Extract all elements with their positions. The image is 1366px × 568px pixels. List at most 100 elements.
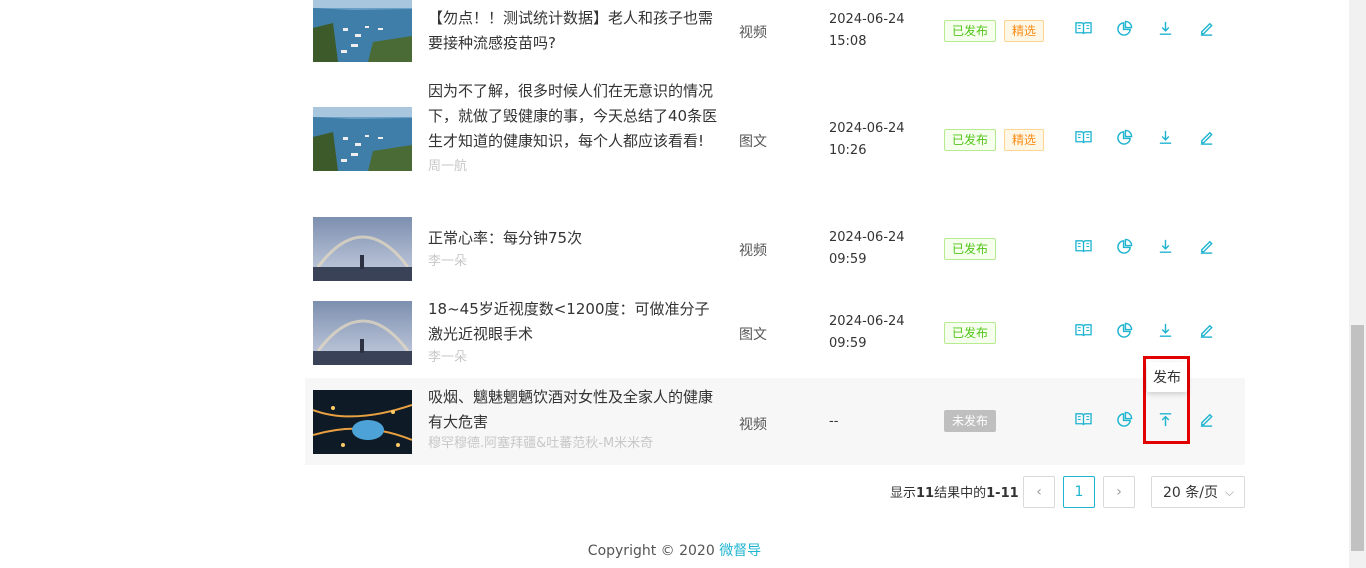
- table-row: 【勿点！！测试统计数据】老人和孩子也需要接种流感疫苗吗? 视频 2024-06-…: [305, 0, 1245, 68]
- download-icon: [1157, 238, 1174, 259]
- status-tags: 已发布: [944, 322, 997, 344]
- stats-button[interactable]: [1114, 322, 1134, 342]
- pagination-range: 1-11: [986, 486, 1019, 501]
- download-icon: [1157, 129, 1174, 150]
- publish-time: 2024-06-24 10:26: [829, 118, 905, 162]
- content-title-text[interactable]: 因为不了解，很多时候人们在无意识的情况下，就做了毁健康的事，今天总结了40条医生…: [428, 82, 717, 150]
- pagination-total: 11: [916, 486, 935, 501]
- download-button[interactable]: [1155, 20, 1175, 40]
- book-icon: [1074, 129, 1092, 150]
- content-title[interactable]: 正常心率：每分钟75次 李一朵: [428, 226, 723, 273]
- page-size-value: 20 条/页: [1163, 485, 1218, 501]
- edit-button[interactable]: [1196, 129, 1216, 149]
- pie-chart-icon: [1116, 411, 1133, 432]
- thumbnail-image[interactable]: [313, 217, 412, 281]
- content-title-text[interactable]: 正常心率：每分钟75次: [428, 229, 582, 247]
- thumbnail-image[interactable]: [313, 0, 412, 62]
- content-title[interactable]: 因为不了解，很多时候人们在无意识的情况下，就做了毁健康的事，今天总结了40条医生…: [428, 79, 723, 178]
- table-row: 18~45岁近视度数<1200度：可做准分子激光近视眼手术 李一朵 图文 202…: [305, 294, 1245, 372]
- book-icon: [1074, 20, 1092, 41]
- status-badge-featured: 精选: [1004, 20, 1045, 42]
- stats-button[interactable]: [1114, 238, 1134, 258]
- content-type: 图文: [739, 134, 767, 150]
- status-tags: 已发布 精选: [944, 20, 1045, 42]
- author-name: 李一朵: [428, 254, 468, 269]
- status-badge-published: 已发布: [944, 238, 997, 260]
- prev-page-button[interactable]: ‹: [1023, 476, 1055, 508]
- publish-date: 2024-06-24: [829, 230, 905, 245]
- scrollbar-thumb[interactable]: [1351, 325, 1364, 551]
- stats-button[interactable]: [1114, 129, 1134, 149]
- content-title[interactable]: 18~45岁近视度数<1200度：可做准分子激光近视眼手术 李一朵: [428, 297, 723, 369]
- publish-date: 2024-06-24: [829, 314, 905, 329]
- content-title-text[interactable]: 吸烟、魑魅魍魉饮酒对女性及全家人的健康有大危害: [428, 388, 713, 431]
- pie-chart-icon: [1116, 238, 1133, 259]
- download-button[interactable]: [1155, 129, 1175, 149]
- chevron-down-icon: ⌵: [1224, 485, 1234, 499]
- download-button[interactable]: [1155, 238, 1175, 258]
- pie-chart-icon: [1116, 129, 1133, 150]
- download-button[interactable]: [1155, 322, 1175, 342]
- edit-button[interactable]: [1196, 238, 1216, 258]
- author-name: 李一朵: [428, 350, 468, 365]
- author-name: 周一航: [428, 159, 468, 174]
- pagination-prefix: 显示: [890, 486, 917, 501]
- content-title[interactable]: 吸烟、魑魅魍魉饮酒对女性及全家人的健康有大危害 穆罕穆德.阿塞拜疆&吐蕃范秋-M…: [428, 385, 723, 455]
- status-badge-published: 已发布: [944, 129, 997, 151]
- stats-button[interactable]: [1114, 20, 1134, 40]
- download-icon: [1157, 322, 1174, 343]
- thumbnail-image[interactable]: [313, 301, 412, 365]
- preview-button[interactable]: [1073, 129, 1093, 149]
- edit-button[interactable]: [1196, 411, 1216, 431]
- status-badge-featured: 精选: [1004, 129, 1045, 151]
- stats-button[interactable]: [1114, 411, 1134, 431]
- pie-chart-icon: [1116, 322, 1133, 343]
- book-icon: [1074, 411, 1092, 432]
- status-tags: 未发布: [944, 410, 997, 432]
- publish-time: 2024-06-24 09:59: [829, 311, 905, 355]
- publish-time: 2024-06-24 09:59: [829, 227, 905, 271]
- author-name: 穆罕穆德.阿塞拜疆&吐蕃范秋-M米米奇: [428, 436, 654, 451]
- book-icon: [1074, 322, 1092, 343]
- edit-button[interactable]: [1196, 20, 1216, 40]
- table-row: 正常心率：每分钟75次 李一朵 视频 2024-06-24 09:59 已发布: [305, 210, 1245, 288]
- content-title-text[interactable]: 【勿点！！测试统计数据】老人和孩子也需要接种流感疫苗吗?: [428, 9, 713, 52]
- content-title[interactable]: 【勿点！！测试统计数据】老人和孩子也需要接种流感疫苗吗?: [428, 6, 723, 56]
- status-tags: 已发布: [944, 238, 997, 260]
- preview-button[interactable]: [1073, 238, 1093, 258]
- preview-button[interactable]: [1073, 411, 1093, 431]
- status-badge-published: 已发布: [944, 20, 997, 42]
- publish-clock: 09:59: [829, 336, 867, 351]
- publish-date: 2024-06-24: [829, 12, 905, 27]
- next-page-button[interactable]: ›: [1103, 476, 1135, 508]
- footer: Copyright © 2020 微督导: [0, 540, 1349, 560]
- publish-date: 2024-06-24: [829, 121, 905, 136]
- pie-chart-icon: [1116, 20, 1133, 41]
- brand-link[interactable]: 微督导: [719, 543, 761, 559]
- content-title-text[interactable]: 18~45岁近视度数<1200度：可做准分子激光近视眼手术: [428, 300, 710, 343]
- book-icon: [1074, 238, 1092, 259]
- content-type: 视频: [739, 25, 767, 41]
- content-type: 视频: [739, 417, 767, 433]
- table-row: 因为不了解，很多时候人们在无意识的情况下，就做了毁健康的事，今天总结了40条医生…: [305, 77, 1245, 202]
- preview-button[interactable]: [1073, 322, 1093, 342]
- content-type: 图文: [739, 327, 767, 343]
- page-number-button[interactable]: 1: [1063, 476, 1095, 508]
- content-type: 视频: [739, 243, 767, 259]
- page-size-select[interactable]: 20 条/页 ⌵: [1151, 476, 1245, 508]
- publish-clock: 15:08: [829, 34, 867, 49]
- status-badge-unpublished: 未发布: [944, 410, 997, 432]
- edit-pencil-icon: [1198, 129, 1215, 150]
- preview-button[interactable]: [1073, 20, 1093, 40]
- publish-time: 2024-06-24 15:08: [829, 9, 905, 53]
- thumbnail-image[interactable]: [313, 390, 412, 454]
- pagination-info: 显示11结果中的1-11: [890, 482, 1019, 501]
- edit-button[interactable]: [1196, 322, 1216, 342]
- thumbnail-image[interactable]: [313, 107, 412, 171]
- pagination-mid: 结果中的: [934, 486, 987, 501]
- status-badge-published: 已发布: [944, 322, 997, 344]
- publish-clock: 10:26: [829, 143, 867, 158]
- edit-pencil-icon: [1198, 322, 1215, 343]
- publish-clock: 09:59: [829, 252, 867, 267]
- table-row: 吸烟、魑魅魍魉饮酒对女性及全家人的健康有大危害 穆罕穆德.阿塞拜疆&吐蕃范秋-M…: [305, 378, 1245, 465]
